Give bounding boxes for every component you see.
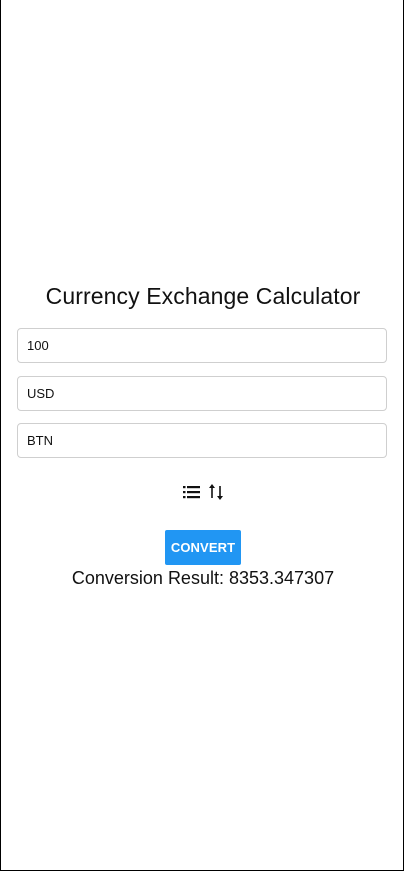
from-currency-input[interactable] xyxy=(17,376,387,411)
conversion-result: Conversion Result: 8353.347307 xyxy=(1,568,404,589)
result-value: 8353.347307 xyxy=(228,568,335,588)
list-icon[interactable] xyxy=(182,484,202,500)
amount-input[interactable] xyxy=(17,328,387,363)
swap-vertical-icon[interactable] xyxy=(208,482,224,502)
page-title: Currency Exchange Calculator xyxy=(45,283,361,309)
app-frame: Currency Exchange Calculator CONVERT Con… xyxy=(0,0,404,871)
to-currency-input[interactable] xyxy=(17,423,387,458)
icon-toolbar xyxy=(1,481,404,503)
result-label: Conversion Result: xyxy=(71,568,224,588)
convert-button[interactable]: CONVERT xyxy=(165,530,241,565)
